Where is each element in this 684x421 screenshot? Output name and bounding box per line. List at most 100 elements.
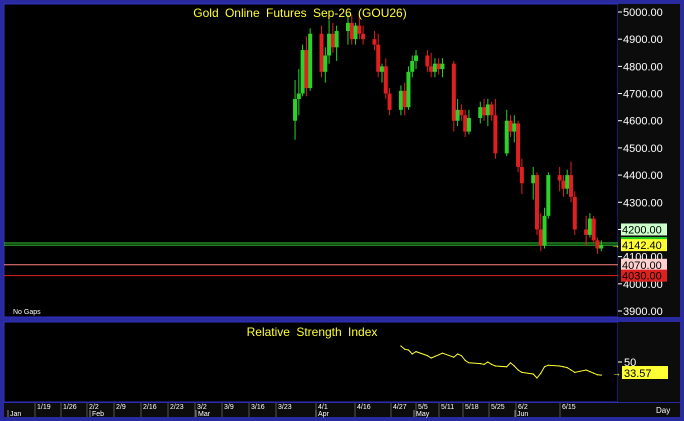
week-label: 4/16 xyxy=(357,404,371,411)
candle-body xyxy=(508,120,513,132)
rsi-point xyxy=(521,371,523,373)
rsi-point xyxy=(540,372,542,374)
rsi-point xyxy=(487,361,489,363)
level-text: 4200.00 xyxy=(622,224,662,236)
candle-body xyxy=(425,55,430,67)
candle-body xyxy=(569,175,573,197)
rsi-point xyxy=(464,359,466,361)
candle-body xyxy=(572,196,577,230)
candle-body xyxy=(512,123,517,132)
candle xyxy=(308,28,313,91)
candle-body xyxy=(440,63,445,70)
last-price-arrow: → xyxy=(611,240,620,250)
rsi-last-label: 33.57 xyxy=(622,366,668,380)
price-tick-label: 4300.00 xyxy=(623,197,663,209)
week-label: 2/23 xyxy=(170,404,184,411)
rsi-point xyxy=(570,369,572,371)
candle-body xyxy=(531,175,536,184)
rsi-panel: 50 Relative Strength Index 33.57 → xyxy=(3,321,680,403)
month-label: Apr xyxy=(318,411,330,418)
price-tick-label: 4400.00 xyxy=(623,170,663,182)
candle-body xyxy=(361,33,366,40)
candle-body xyxy=(599,245,604,249)
week-label: 3/2 xyxy=(197,404,207,411)
candle-body xyxy=(463,115,468,132)
candle-body xyxy=(557,175,562,181)
candle-body xyxy=(300,50,305,94)
price-tick-label: 3900.00 xyxy=(623,306,663,318)
week-label: 4/27 xyxy=(393,404,407,411)
candle-body xyxy=(383,66,388,94)
candle-body xyxy=(429,66,434,72)
candle-body xyxy=(561,180,566,189)
week-label: 2/2 xyxy=(89,404,99,411)
week-label: 3/23 xyxy=(278,404,292,411)
candle-body xyxy=(293,98,298,121)
rsi-point xyxy=(494,365,496,367)
candle-body xyxy=(478,107,483,119)
month-label: Jun xyxy=(517,411,528,418)
price-tick-label: 5000.00 xyxy=(623,7,663,19)
candle-body xyxy=(459,109,464,116)
candle-body xyxy=(402,90,407,108)
rsi-point xyxy=(460,355,462,357)
month-label: May xyxy=(416,411,430,418)
candle xyxy=(546,172,551,219)
candle-body xyxy=(327,33,332,56)
rsi-point xyxy=(593,372,595,374)
rsi-point xyxy=(468,362,470,364)
rsi-point xyxy=(562,366,565,368)
rsi-point xyxy=(457,353,459,355)
rsi-point xyxy=(453,356,455,358)
rsi-chart-title: Relative Strength Index xyxy=(247,325,378,339)
candle-body xyxy=(436,63,441,70)
candle-body xyxy=(482,107,487,116)
week-label: 4/1 xyxy=(318,404,328,411)
rsi-point xyxy=(585,369,587,371)
level-text: 4142.40 xyxy=(622,240,662,252)
candle-body xyxy=(387,93,392,110)
week-label: 6/15 xyxy=(562,404,576,411)
week-label: 1/19 xyxy=(37,404,51,411)
candle xyxy=(300,44,305,97)
month-label: Jan xyxy=(10,411,21,418)
rsi-point xyxy=(513,365,515,367)
candle-body xyxy=(372,39,377,45)
rsi-point xyxy=(543,366,546,368)
candle-body xyxy=(584,229,589,235)
candle-body xyxy=(591,218,596,241)
week-label: 5/5 xyxy=(418,404,428,411)
rsi-arrow: → xyxy=(612,368,621,378)
month-label: Feb xyxy=(92,411,104,418)
candle xyxy=(534,172,539,235)
candle xyxy=(572,191,577,235)
rsi-point xyxy=(407,349,410,351)
price-tick-label: 4900.00 xyxy=(623,34,663,46)
rsi-point xyxy=(506,366,508,368)
candle-body xyxy=(516,123,521,167)
price-chart-title: Gold Online Futures Sep-26 (GOU26) xyxy=(193,6,406,20)
candle-body xyxy=(296,93,301,99)
candle-body xyxy=(432,63,437,72)
rsi-point xyxy=(483,363,485,365)
week-label: 5/11 xyxy=(441,404,454,411)
candle-body xyxy=(534,175,539,230)
candle-body xyxy=(489,104,494,116)
candle-body xyxy=(595,240,600,249)
no-gaps-note: No Gaps xyxy=(13,309,41,316)
rsi-point xyxy=(547,364,549,366)
candle-body xyxy=(308,33,313,89)
rsi-point xyxy=(574,371,576,373)
rsi-point xyxy=(589,371,591,373)
candle-body xyxy=(504,120,509,154)
rsi-point xyxy=(430,357,432,359)
rsi-point xyxy=(517,369,519,371)
candle-body xyxy=(406,71,411,108)
candle-body xyxy=(345,22,350,32)
candle-body xyxy=(304,50,309,89)
candle-body xyxy=(319,33,324,72)
candle-body xyxy=(334,31,339,48)
rsi-point xyxy=(509,362,512,364)
rsi-point xyxy=(400,345,402,347)
candle xyxy=(591,215,596,244)
